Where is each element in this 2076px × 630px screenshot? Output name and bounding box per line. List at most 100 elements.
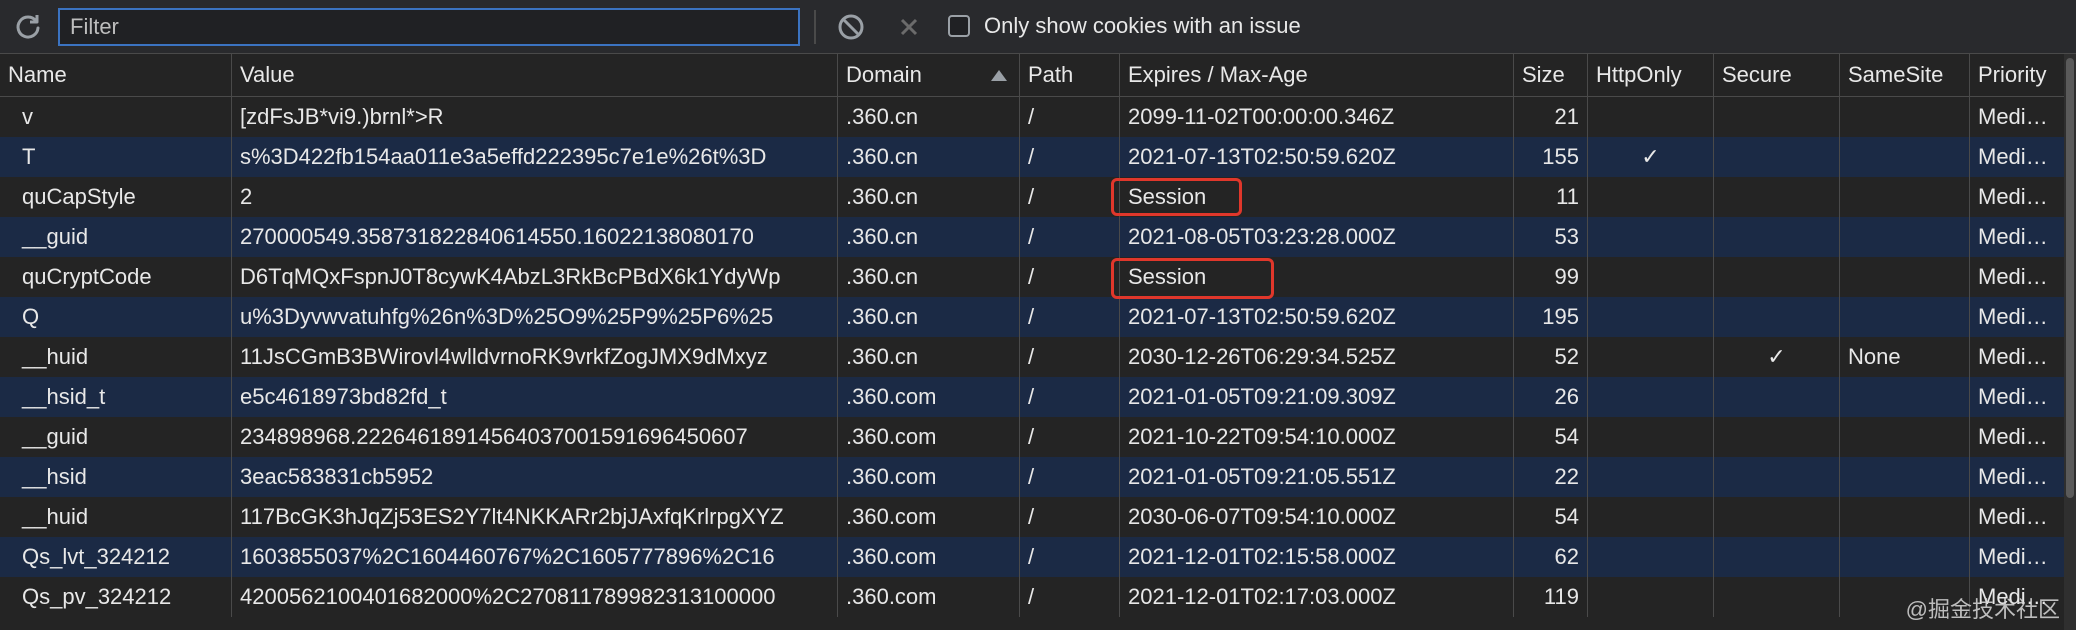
cell-expires: 2030-06-07T09:54:10.000Z — [1120, 497, 1514, 537]
watermark: @掘金技术社区 — [1905, 597, 2060, 622]
cell-domain: .360.com — [838, 377, 1020, 417]
column-header-expires[interactable]: Expires / Max-Age — [1120, 54, 1514, 96]
cell-httponly — [1588, 97, 1714, 137]
cell-expires: 2021-07-13T02:50:59.620Z — [1120, 137, 1514, 177]
cell-size: 195 — [1514, 297, 1588, 337]
cell-domain: .360.cn — [838, 297, 1020, 337]
cell-secure — [1714, 177, 1840, 217]
cell-domain: .360.cn — [838, 97, 1020, 137]
column-header-path[interactable]: Path — [1020, 54, 1120, 96]
column-header-value[interactable]: Value — [232, 54, 838, 96]
delete-selected-icon[interactable] — [894, 12, 924, 42]
cell-size: 62 — [1514, 537, 1588, 577]
cell-httponly — [1588, 577, 1714, 617]
filter-input[interactable] — [58, 8, 800, 46]
cell-name: Q — [0, 297, 232, 337]
cell-path: / — [1020, 457, 1120, 497]
cell-samesite — [1840, 377, 1970, 417]
cell-samesite — [1840, 177, 1970, 217]
table-row[interactable]: Qu%3Dyvwvatuhfg%26n%3D%25O9%25P9%25P6%25… — [0, 297, 2064, 337]
cell-priority: Medium — [1978, 224, 2057, 249]
cell-priority: Medium — [1978, 384, 2057, 409]
cell-value: 4200562100401682000%2C270811789982313100… — [232, 577, 838, 617]
cell-domain: .360.com — [838, 417, 1020, 457]
cell-name: __guid — [0, 217, 232, 257]
cell-name: __huid — [0, 497, 232, 537]
column-header-size[interactable]: Size — [1514, 54, 1588, 96]
cell-domain: .360.cn — [838, 177, 1020, 217]
cell-samesite — [1840, 97, 1970, 137]
cell-secure — [1714, 577, 1840, 617]
cell-secure — [1714, 497, 1840, 537]
vertical-scrollbar[interactable] — [2064, 54, 2076, 630]
cell-domain: .360.com — [838, 457, 1020, 497]
refresh-icon[interactable] — [14, 12, 42, 40]
cell-priority: Medium — [1978, 264, 2057, 289]
cell-size: 11 — [1514, 177, 1588, 217]
cell-value: [zdFsJB*vi9.)brnl*>R — [232, 97, 838, 137]
table-row[interactable]: __huid 117BcGK3hJqZj53ES2Y7lt4NKKARr2bjJA… — [0, 497, 2064, 537]
column-header-secure[interactable]: Secure — [1714, 54, 1840, 96]
cell-priority: Medium — [1978, 144, 2057, 169]
cell-name: Qs_pv_324212 — [0, 577, 232, 617]
column-header-samesite[interactable]: SameSite — [1840, 54, 1970, 96]
cell-samesite — [1840, 417, 1970, 457]
cookies-toolbar: Only show cookies with an issue — [0, 0, 2076, 54]
cell-name: v — [0, 97, 232, 137]
cell-samesite — [1840, 497, 1970, 537]
table-row[interactable]: __hsid_t e5c4618973bd82fd_t .360.com/2021-… — [0, 377, 2064, 417]
table-row[interactable]: __huid 11JsCGmB3BWirovl4wlldvrnoRK9vrkfZo… — [0, 337, 2064, 377]
cell-secure — [1714, 137, 1840, 177]
cell-path: / — [1020, 577, 1120, 617]
column-header-name[interactable]: Name — [0, 54, 232, 96]
table-row[interactable]: Qs_pv_324212 4200562100401682000%2C270811… — [0, 577, 2064, 617]
cell-name: __guid — [0, 417, 232, 457]
cell-value: u%3Dyvwvatuhfg%26n%3D%25O9%25P9%25P6%25 — [232, 297, 838, 337]
cell-expires: 2021-01-05T09:21:05.551Z — [1120, 457, 1514, 497]
cell-samesite — [1840, 297, 1970, 337]
column-header-domain[interactable]: Domain — [838, 54, 1020, 96]
cell-value: 117BcGK3hJqZj53ES2Y7lt4NKKARr2bjJAxfqKrl… — [232, 497, 838, 537]
cell-domain: .360.cn — [838, 257, 1020, 297]
cell-priority: Medium — [1978, 104, 2057, 129]
table-row[interactable]: __guid 270000549.358731822840614550.16022… — [0, 217, 2064, 257]
table-row[interactable]: __guid 234898968.222646189145640370015916… — [0, 417, 2064, 457]
cell-value: D6TqMQxFspnJ0T8cywK4AbzL3RkBcPBdX6k1YdyW… — [232, 257, 838, 297]
cell-httponly — [1588, 417, 1714, 457]
cell-name: __huid — [0, 337, 232, 377]
table-row[interactable]: v [zdFsJB*vi9.)brnl*>R .360.cn/2099-11-02T… — [0, 97, 2064, 137]
sort-ascending-icon — [991, 70, 1007, 81]
column-header-httponly[interactable]: HttpOnly — [1588, 54, 1714, 96]
column-header-domain-label: Domain — [846, 62, 922, 87]
table-row[interactable]: __hsid 3eac583831cb5952.360.com/2021-01-0… — [0, 457, 2064, 497]
cell-domain: .360.cn — [838, 337, 1020, 377]
cell-size: 99 — [1514, 257, 1588, 297]
cell-domain: .360.cn — [838, 137, 1020, 177]
cell-size: 54 — [1514, 497, 1588, 537]
column-header-priority[interactable]: Priority — [1970, 54, 2064, 96]
cell-size: 21 — [1514, 97, 1588, 137]
only-issue-checkbox[interactable] — [948, 15, 970, 37]
table-row[interactable]: Ts%3D422fb154aa011e3a5effd222395c7e1e%26… — [0, 137, 2064, 177]
cell-httponly — [1588, 297, 1714, 337]
cell-value: 234898968.222646189145640370015916964506… — [232, 417, 838, 457]
cell-expires: 2021-08-05T03:23:28.000Z — [1120, 217, 1514, 257]
table-row[interactable]: Qs_lvt_324212 1603855037%2C1604460767%2C1… — [0, 537, 2064, 577]
clear-all-cookies-icon[interactable] — [836, 12, 866, 42]
scrollbar-thumb[interactable] — [2066, 58, 2074, 498]
table-header: Name Value Domain Path Expires / Max-Age… — [0, 54, 2064, 97]
cell-path: / — [1020, 297, 1120, 337]
cell-path: / — [1020, 337, 1120, 377]
cell-samesite — [1840, 137, 1970, 177]
cell-samesite — [1840, 257, 1970, 297]
cell-httponly — [1588, 217, 1714, 257]
cell-httponly: ✓ — [1588, 137, 1714, 177]
cell-expires: 2030-12-26T06:29:34.525Z — [1120, 337, 1514, 377]
table-row[interactable]: quCapStyle 2.360.cn / Session 11 Medium — [0, 177, 2064, 217]
cell-size: 26 — [1514, 377, 1588, 417]
cell-secure — [1714, 537, 1840, 577]
cell-priority: Medium — [1978, 184, 2057, 209]
cell-samesite — [1840, 217, 1970, 257]
table-row[interactable]: quCryptCode D6TqMQxFspnJ0T8cywK4AbzL3RkBc… — [0, 257, 2064, 297]
cell-path: / — [1020, 97, 1120, 137]
